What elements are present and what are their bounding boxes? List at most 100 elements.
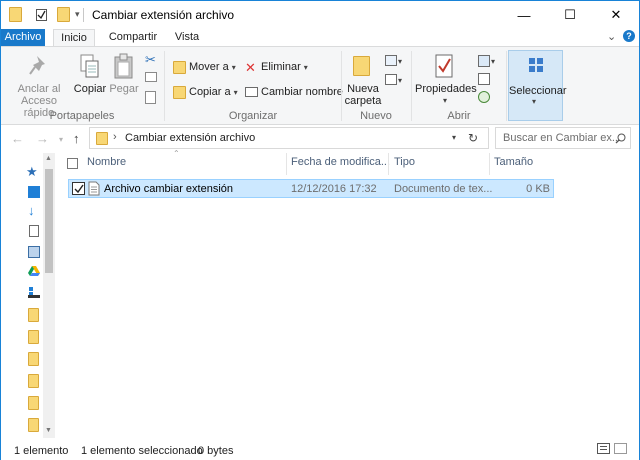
copy-button[interactable]: Copiar bbox=[73, 83, 107, 95]
new-folder-button[interactable]: Nueva carpeta bbox=[343, 83, 383, 107]
up-arrow-icon[interactable]: ↑ bbox=[73, 131, 80, 146]
file-type: Documento de tex... bbox=[394, 183, 493, 195]
network-icon[interactable] bbox=[28, 286, 40, 298]
folder-icon[interactable] bbox=[28, 352, 39, 366]
folder-icon[interactable] bbox=[28, 330, 39, 344]
search-box[interactable]: Buscar en Cambiar ex... bbox=[495, 127, 631, 149]
scroll-down-icon[interactable]: ▼ bbox=[45, 427, 52, 434]
forward-arrow-icon[interactable]: → bbox=[36, 131, 49, 146]
chevron-down-icon: ▾ bbox=[491, 57, 496, 66]
folder-icon[interactable] bbox=[28, 396, 39, 410]
back-arrow-icon[interactable]: ← bbox=[11, 131, 24, 146]
rename-button[interactable]: Cambiar nombre bbox=[245, 82, 343, 102]
column-header-date[interactable]: Fecha de modifica... bbox=[291, 156, 390, 172]
chevron-down-icon: ▾ bbox=[442, 96, 447, 105]
pictures-icon[interactable] bbox=[28, 246, 40, 258]
large-icons-view-icon[interactable] bbox=[614, 443, 627, 454]
move-to-button[interactable]: Mover a ▾ bbox=[173, 57, 236, 77]
move-to-icon bbox=[173, 60, 186, 74]
address-bar[interactable]: › Cambiar extensión archivo ▾ ↻ bbox=[89, 127, 489, 149]
paste-button: Pegar bbox=[109, 83, 139, 95]
column-header-type[interactable]: Tipo bbox=[394, 156, 415, 172]
folder-icon[interactable] bbox=[28, 374, 39, 388]
folder-icon[interactable] bbox=[28, 418, 39, 432]
minimize-button[interactable]: — bbox=[501, 1, 547, 29]
group-label-nuevo: Nuevo bbox=[360, 110, 392, 122]
delete-label: Eliminar bbox=[261, 61, 301, 73]
collapse-ribbon-icon[interactable]: ⌄ bbox=[607, 30, 616, 43]
properties-check-icon[interactable] bbox=[36, 9, 47, 21]
column-separator[interactable] bbox=[489, 153, 490, 175]
explorer-window: ▾ Cambiar extensión archivo — ☐ ✕ Archiv… bbox=[0, 0, 640, 460]
folder-icon[interactable] bbox=[28, 308, 39, 322]
properties-label: Propiedades bbox=[415, 83, 477, 95]
new-folder-label-1: Nueva bbox=[347, 83, 379, 95]
edit-icon[interactable] bbox=[478, 73, 490, 85]
recent-locations-icon[interactable]: ▾ bbox=[59, 135, 63, 144]
rename-icon bbox=[245, 87, 258, 97]
refresh-icon[interactable]: ↻ bbox=[468, 131, 478, 145]
cut-icon[interactable]: ✂ bbox=[145, 52, 156, 68]
title-separator bbox=[83, 8, 84, 22]
documents-icon[interactable] bbox=[29, 225, 39, 237]
search-placeholder: Buscar en Cambiar ex... bbox=[503, 132, 621, 144]
group-label-portapapeles: Portapapeles bbox=[49, 110, 115, 122]
file-size: 0 KB bbox=[526, 183, 550, 195]
row-checkbox[interactable] bbox=[72, 182, 85, 195]
column-header-size[interactable]: Tamaño bbox=[494, 156, 533, 172]
desktop-icon[interactable] bbox=[28, 186, 40, 198]
select-all-checkbox[interactable] bbox=[67, 158, 78, 169]
select-button[interactable]: Seleccionar ▾ bbox=[508, 50, 566, 121]
chevron-down-icon: ▾ bbox=[231, 62, 236, 72]
ribbon: Anclar al Acceso rápido Copiar Pegar ✂ P… bbox=[1, 46, 639, 125]
text-file-icon bbox=[88, 181, 100, 196]
delete-button[interactable]: ✕ Eliminar ▾ bbox=[245, 57, 308, 77]
google-drive-icon[interactable] bbox=[28, 265, 40, 277]
rename-label: Cambiar nombre bbox=[261, 86, 343, 98]
scroll-up-icon[interactable]: ▲ bbox=[45, 155, 52, 162]
tab-vista[interactable]: Vista bbox=[169, 29, 205, 46]
new-item-icon[interactable] bbox=[385, 55, 397, 66]
downloads-icon[interactable]: ↓ bbox=[28, 204, 40, 217]
column-header-name[interactable]: Nombre bbox=[87, 156, 126, 172]
select-grid-icon bbox=[529, 58, 543, 72]
status-bar: 1 elemento 1 elemento seleccionado 0 byt… bbox=[1, 438, 639, 460]
navigation-row: ← → ▾ ↑ › Cambiar extensión archivo ▾ ↻ … bbox=[1, 126, 639, 152]
properties-button[interactable]: Propiedades ▾ bbox=[415, 83, 477, 107]
group-label-abrir: Abrir bbox=[447, 110, 471, 122]
copy-path-icon[interactable] bbox=[145, 72, 157, 82]
group-separator bbox=[341, 51, 342, 121]
ribbon-tabs: Archivo Inicio Compartir Vista ⌄ ? bbox=[1, 29, 639, 46]
column-separator[interactable] bbox=[286, 153, 287, 175]
chevron-down-icon: ▾ bbox=[233, 87, 238, 97]
folder-icon bbox=[96, 132, 108, 145]
maximize-button[interactable]: ☐ bbox=[547, 1, 593, 29]
details-view-icon[interactable] bbox=[597, 443, 610, 454]
new-folder-icon[interactable] bbox=[57, 7, 70, 22]
properties-icon bbox=[435, 54, 453, 78]
address-dropdown-icon[interactable]: ▾ bbox=[452, 133, 456, 142]
breadcrumb-chevron-icon[interactable]: › bbox=[113, 131, 117, 143]
file-name[interactable]: Archivo cambiar extensión bbox=[104, 183, 233, 195]
quick-access-star-icon[interactable]: ★ bbox=[26, 165, 38, 178]
pin-label-line-1: Anclar al bbox=[17, 83, 61, 95]
tab-compartir[interactable]: Compartir bbox=[102, 29, 164, 46]
open-icon[interactable] bbox=[478, 55, 490, 67]
easy-access-icon[interactable] bbox=[385, 74, 397, 85]
column-separator[interactable] bbox=[388, 153, 389, 175]
file-date: 12/12/2016 17:32 bbox=[291, 183, 377, 195]
title-bar: ▾ Cambiar extensión archivo — ☐ ✕ bbox=[1, 1, 639, 29]
close-button[interactable]: ✕ bbox=[593, 1, 639, 29]
paste-icon bbox=[114, 53, 133, 79]
help-icon[interactable]: ? bbox=[623, 30, 635, 42]
copy-to-button[interactable]: Copiar a ▾ bbox=[173, 82, 238, 102]
tab-archivo[interactable]: Archivo bbox=[1, 29, 45, 46]
quick-access-dropdown-icon[interactable]: ▾ bbox=[75, 9, 80, 20]
nav-scroll-thumb[interactable] bbox=[45, 169, 53, 273]
history-icon[interactable] bbox=[478, 91, 490, 103]
address-path: Cambiar extensión archivo bbox=[125, 132, 256, 144]
paste-shortcut-icon[interactable] bbox=[145, 91, 156, 104]
tab-inicio[interactable]: Inicio bbox=[53, 29, 95, 46]
search-icon[interactable] bbox=[615, 133, 626, 144]
group-separator bbox=[164, 51, 165, 121]
